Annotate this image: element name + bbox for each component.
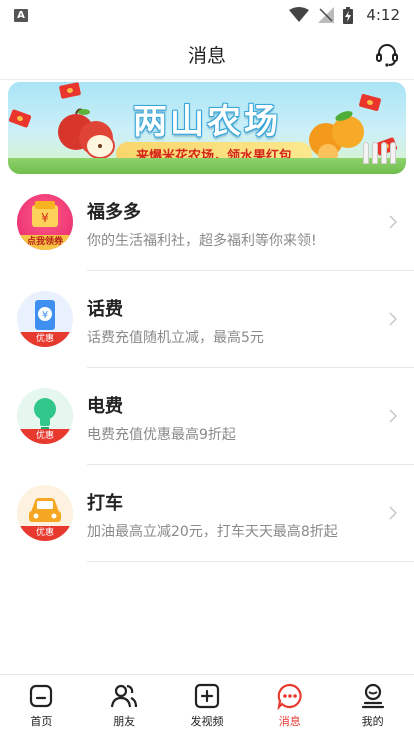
profile-icon <box>361 683 384 709</box>
signal-icon <box>318 7 335 23</box>
item-title: 电费 <box>87 396 123 417</box>
discount-badge: 优惠 <box>17 429 73 444</box>
nav-home[interactable]: 首页 <box>0 675 83 736</box>
customer-service-icon[interactable] <box>374 42 400 68</box>
phone-recharge-icon: ¥ 优惠 <box>17 291 73 347</box>
item-title: 打车 <box>87 493 123 514</box>
item-subtitle: 你的生活福利社，超多福利等你来领! <box>87 233 317 249</box>
lightbulb-icon: 优惠 <box>17 388 73 444</box>
discount-badge: 优惠 <box>17 526 73 541</box>
list-item-taxi[interactable]: 优惠 打车 加油最高立减20元，打车天天最高8折起 <box>0 465 414 562</box>
svg-text:¥: ¥ <box>42 310 48 321</box>
nav-friends[interactable]: 朋友 <box>83 675 166 736</box>
notification-app-icon: A <box>14 8 28 22</box>
nav-label: 发视频 <box>190 715 224 728</box>
chevron-right-icon <box>389 312 398 326</box>
nav-profile[interactable]: 我的 <box>331 675 414 736</box>
nav-label: 我的 <box>361 715 384 728</box>
bottom-nav: 首页 朋友 发视频 消息 我的 <box>0 674 414 736</box>
service-list: ¥ 点我领券 福多多 你的生活福利社，超多福利等你来领! ¥ 优惠 话费 话费充… <box>0 174 414 562</box>
svg-text:¥: ¥ <box>41 211 49 225</box>
item-subtitle: 电费充值优惠最高9折起 <box>87 427 236 443</box>
page-title: 消息 <box>187 45 226 67</box>
divider <box>87 561 414 562</box>
battery-charging-icon <box>343 6 354 24</box>
post-video-icon <box>194 683 220 709</box>
coupon-badge: 点我领券 <box>17 235 73 250</box>
discount-badge: 优惠 <box>17 332 73 347</box>
header: 消息 <box>0 30 414 80</box>
message-icon <box>277 683 302 710</box>
nav-label: 消息 <box>278 715 301 728</box>
status-time: 4:12 <box>366 6 400 24</box>
coupon-icon: ¥ 点我领券 <box>17 194 73 250</box>
taxi-icon: 优惠 <box>17 485 73 541</box>
chevron-right-icon <box>389 506 398 520</box>
fence-decoration <box>363 142 396 164</box>
chevron-right-icon <box>389 409 398 423</box>
wifi-icon <box>289 7 310 22</box>
item-title: 话费 <box>87 299 123 320</box>
item-title: 福多多 <box>87 202 141 223</box>
farm-banner[interactable]: 两山农场 来爆米花农场，领水果红包 <box>8 82 406 174</box>
nav-label: 首页 <box>30 715 53 728</box>
home-icon <box>30 684 53 708</box>
grass-decoration <box>8 158 406 174</box>
list-item-electricity[interactable]: 优惠 电费 电费充值优惠最高9折起 <box>0 368 414 465</box>
nav-label: 朋友 <box>113 715 136 728</box>
list-item-phone-bill[interactable]: ¥ 优惠 话费 话费充值随机立减，最高5元 <box>0 271 414 368</box>
status-bar: A 4:12 <box>0 0 414 30</box>
list-item-fuduoduo[interactable]: ¥ 点我领券 福多多 你的生活福利社，超多福利等你来领! <box>0 174 414 271</box>
item-subtitle: 加油最高立减20元，打车天天最高8折起 <box>87 524 338 540</box>
item-subtitle: 话费充值随机立减，最高5元 <box>87 330 264 346</box>
friends-icon <box>111 684 138 708</box>
nav-messages[interactable]: 消息 <box>248 675 331 736</box>
nav-post-video[interactable]: 发视频 <box>166 675 249 736</box>
chevron-right-icon <box>389 215 398 229</box>
